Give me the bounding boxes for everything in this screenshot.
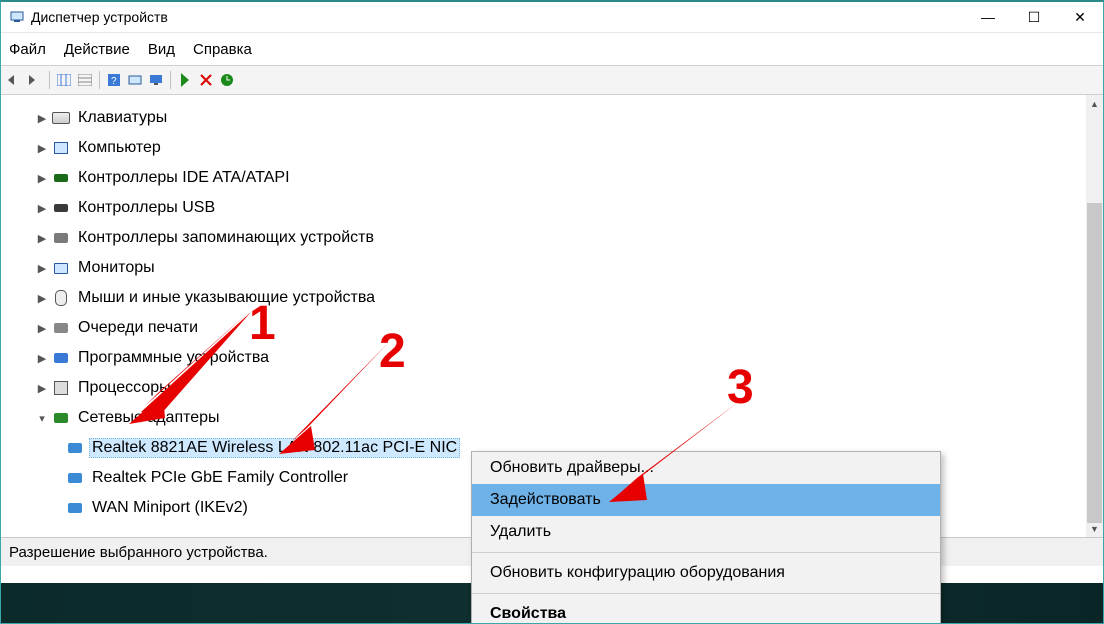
keyboard-icon [51,109,71,127]
toolbar-separator [170,71,171,89]
refresh-button[interactable] [218,71,236,89]
menu-action[interactable]: Действие [64,41,130,58]
ctx-delete[interactable]: Удалить [472,516,940,548]
forward-button[interactable] [26,71,44,89]
chevron-right-icon[interactable]: ▶ [33,292,51,305]
menu-file[interactable]: Файл [9,41,46,58]
titlebar[interactable]: Диспетчер устройств — ☐ ✕ [1,2,1103,32]
usb-icon [51,199,71,217]
maximize-button[interactable]: ☐ [1011,2,1057,32]
menubar: Файл Действие Вид Справка [1,32,1103,65]
tree-label: WAN Miniport (IKEv2) [89,499,251,517]
chevron-right-icon[interactable]: ▶ [33,262,51,275]
mouse-icon [51,289,71,307]
monitor-button[interactable] [147,71,165,89]
chevron-right-icon[interactable]: ▶ [33,202,51,215]
tree-node-monitors[interactable]: ▶ Мониторы [11,253,1103,283]
tree-label: Realtek PCIe GbE Family Controller [89,469,351,487]
context-menu: Обновить драйверы... Задействовать Удали… [471,451,941,624]
printer-icon [51,319,71,337]
tree-label: Программные устройства [75,349,272,367]
tree-label: Realtek 8821AE Wireless LAN 802.11ac PCI… [89,438,460,458]
chevron-right-icon[interactable]: ▶ [33,322,51,335]
tree-node-mice[interactable]: ▶ Мыши и иные указывающие устройства [11,283,1103,313]
tree-node-storage[interactable]: ▶ Контроллеры запоминающих устройств [11,223,1103,253]
svg-text:?: ? [111,76,117,87]
vertical-scrollbar[interactable]: ▲ ▼ [1086,95,1103,537]
tree-node-keyboards[interactable]: ▶ Клавиатуры [11,103,1103,133]
tree-node-ide[interactable]: ▶ Контроллеры IDE ATA/ATAPI [11,163,1103,193]
scrollbar-thumb[interactable] [1087,203,1102,523]
chevron-right-icon[interactable]: ▶ [33,352,51,365]
tree-label: Контроллеры IDE ATA/ATAPI [75,169,293,187]
window: Диспетчер устройств — ☐ ✕ Файл Действие … [0,0,1104,624]
toolbar-separator [49,71,50,89]
tree-label: Сетевые адаптеры [75,409,223,427]
cpu-icon [51,379,71,397]
chevron-right-icon[interactable]: ▶ [33,172,51,185]
back-button[interactable] [5,71,23,89]
help-button[interactable]: ? [105,71,123,89]
chevron-down-icon[interactable]: ▾ [33,412,51,425]
nic-icon [65,439,85,457]
tree-label: Компьютер [75,139,164,157]
menu-separator [472,552,940,553]
tree-label: Контроллеры запоминающих устройств [75,229,377,247]
tree-label: Мониторы [75,259,158,277]
minimize-button[interactable]: — [965,2,1011,32]
tree-node-printqueues[interactable]: ▶ Очереди печати [11,313,1103,343]
menu-help[interactable]: Справка [193,41,252,58]
disable-button[interactable] [197,71,215,89]
network-icon [51,409,71,427]
tree-node-computer[interactable]: ▶ Компьютер [11,133,1103,163]
tree-node-cpu[interactable]: ▶ Процессоры [11,373,1103,403]
menu-separator [472,593,940,594]
chevron-right-icon[interactable]: ▶ [33,382,51,395]
software-icon [51,349,71,367]
view-columns-button[interactable] [55,71,73,89]
chevron-right-icon[interactable]: ▶ [33,232,51,245]
monitor-icon [51,259,71,277]
status-text: Разрешение выбранного устройства. [9,544,268,561]
window-title: Диспетчер устройств [31,9,168,25]
nic-icon [65,469,85,487]
tree-node-usb[interactable]: ▶ Контроллеры USB [11,193,1103,223]
tree-label: Процессоры [75,379,174,397]
chevron-right-icon[interactable]: ▶ [33,112,51,125]
tree-label: Очереди печати [75,319,201,337]
tree-label: Клавиатуры [75,109,170,127]
nic-icon [65,499,85,517]
tree-label: Мыши и иные указывающие устройства [75,289,378,307]
view-details-button[interactable] [76,71,94,89]
scroll-up-icon[interactable]: ▲ [1086,95,1103,112]
toolbar: ? [1,65,1103,95]
toolbar-separator [99,71,100,89]
chevron-right-icon[interactable]: ▶ [33,142,51,155]
enable-button[interactable] [176,71,194,89]
scroll-down-icon[interactable]: ▼ [1086,520,1103,537]
tree-label: Контроллеры USB [75,199,218,217]
menu-view[interactable]: Вид [148,41,175,58]
app-icon [9,9,25,25]
controller-icon [51,169,71,187]
window-controls: — ☐ ✕ [965,2,1103,32]
ctx-enable[interactable]: Задействовать [472,484,940,516]
computer-icon [51,139,71,157]
tree-node-software[interactable]: ▶ Программные устройства [11,343,1103,373]
ctx-update-drivers[interactable]: Обновить драйверы... [472,452,940,484]
close-button[interactable]: ✕ [1057,2,1103,32]
scan-button[interactable] [126,71,144,89]
ctx-scan-hardware[interactable]: Обновить конфигурацию оборудования [472,557,940,589]
tree-node-netadapters[interactable]: ▾ Сетевые адаптеры [11,403,1103,433]
storage-icon [51,229,71,247]
ctx-properties[interactable]: Свойства [472,598,940,624]
